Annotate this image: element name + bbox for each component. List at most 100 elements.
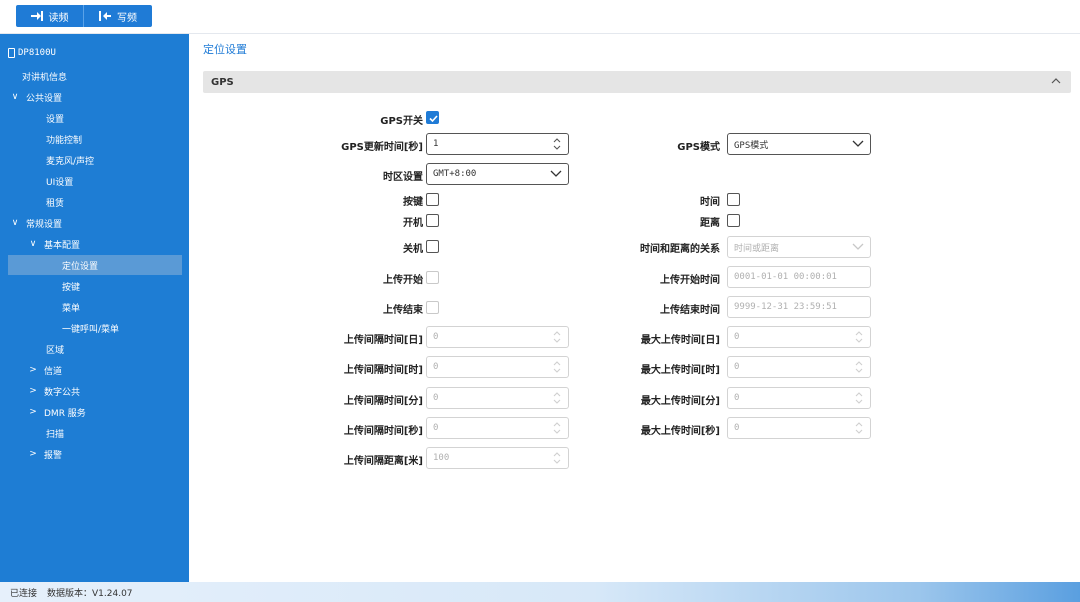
sidebar-item[interactable]: 定位设置: [8, 255, 182, 275]
max-sec-input[interactable]: 0: [727, 416, 871, 439]
interval-distance-input[interactable]: 100: [426, 447, 569, 470]
chevron-down-icon[interactable]: ∨: [28, 239, 38, 249]
spinner-icon[interactable]: [854, 391, 864, 405]
timezone-label: 时区设置: [383, 172, 423, 183]
max-day-input[interactable]: 0: [727, 326, 871, 348]
sidebar-item[interactable]: UI设置: [8, 171, 182, 191]
read-button[interactable]: 读频: [16, 5, 84, 27]
field-value: 0: [433, 392, 439, 403]
time-distance-relation-label: 时间和距离的关系: [640, 244, 720, 255]
sidebar-item-label: 区域: [46, 345, 65, 356]
device-node[interactable]: DP8100U: [8, 46, 56, 60]
chevron-up-icon[interactable]: [1051, 76, 1061, 86]
sidebar-item[interactable]: 区域: [8, 339, 182, 359]
sidebar-item[interactable]: > 数字公共: [8, 381, 182, 401]
spinner-icon[interactable]: [552, 391, 562, 405]
sidebar-item[interactable]: 按键: [8, 276, 182, 296]
chevron-right-icon[interactable]: >: [28, 386, 38, 396]
upload-end-time-value: 9999-12-31 23:59:51: [734, 302, 837, 312]
sidebar-item[interactable]: ∨ 常规设置: [8, 213, 182, 233]
sidebar-item[interactable]: 功能控制: [8, 129, 182, 149]
spinner-icon[interactable]: [552, 421, 562, 435]
gps-update-input[interactable]: 1: [426, 133, 569, 155]
chevron-down-icon: [852, 140, 864, 147]
interval-hour-input[interactable]: 0: [426, 356, 569, 379]
upload-end-label: 上传结束: [383, 305, 423, 316]
spinner-icon[interactable]: [552, 451, 562, 465]
gps-mode-select[interactable]: GPS模式: [727, 133, 871, 155]
chevron-down-icon: [852, 243, 864, 250]
gps-update-label: GPS更新时间[秒]: [341, 142, 423, 153]
key-label: 按键: [403, 197, 423, 208]
chevron-right-icon[interactable]: >: [28, 365, 38, 375]
timezone-select[interactable]: GMT+8:00: [426, 163, 569, 185]
chevron-down-icon[interactable]: ∨: [10, 92, 20, 102]
field-value: 0: [734, 332, 740, 342]
sidebar-item[interactable]: 一键呼叫/菜单: [8, 318, 182, 338]
sidebar-item-label: 对讲机信息: [22, 72, 68, 83]
write-button[interactable]: 写频: [84, 5, 152, 27]
sidebar-item-label: 设置: [46, 114, 65, 125]
sidebar-item[interactable]: > 报警: [8, 444, 182, 464]
field-value: 0: [734, 422, 740, 433]
spinner-icon[interactable]: [552, 360, 562, 374]
distance-checkbox[interactable]: [727, 214, 740, 227]
spinner-icon[interactable]: [552, 330, 562, 344]
sidebar-item[interactable]: 设置: [8, 108, 182, 128]
write-button-label: 写频: [117, 12, 137, 24]
field-value: 0: [433, 332, 439, 342]
time-checkbox[interactable]: [727, 193, 740, 206]
field-value: 0: [734, 392, 740, 403]
interval-min-input[interactable]: 0: [426, 386, 569, 409]
sidebar-item-label: 麦克风/声控: [46, 156, 95, 167]
field-value: 0: [433, 362, 439, 373]
interval-sec-input[interactable]: 0: [426, 416, 569, 439]
sidebar-item[interactable]: 麦克风/声控: [8, 150, 182, 170]
upload-start-time-input[interactable]: 0001-01-01 00:00:01: [727, 266, 871, 288]
spinner-icon[interactable]: [854, 421, 864, 435]
gps-section-header[interactable]: GPS: [203, 71, 1071, 93]
upload-end-time-input[interactable]: 9999-12-31 23:59:51: [727, 296, 871, 318]
time-label: 时间: [700, 197, 720, 208]
timezone-value: GMT+8:00: [433, 169, 477, 179]
upload-end-time-label: 上传结束时间: [660, 305, 720, 316]
sidebar-item[interactable]: > DMR 服务: [8, 402, 182, 422]
spinner-icon[interactable]: [854, 330, 864, 344]
sidebar-item-label: UI设置: [46, 177, 74, 188]
sidebar-item-label: 租赁: [46, 198, 65, 209]
spinner-icon[interactable]: [552, 137, 562, 151]
upload-start-checkbox[interactable]: [426, 271, 439, 284]
upload-end-checkbox[interactable]: [426, 301, 439, 314]
chevron-down-icon[interactable]: ∨: [10, 218, 20, 228]
interval-day-input[interactable]: 0: [426, 326, 569, 348]
spinner-icon[interactable]: [854, 360, 864, 374]
max-min-label: 最大上传时间[分]: [640, 395, 720, 407]
power-on-checkbox[interactable]: [426, 214, 439, 227]
sidebar-item[interactable]: 菜单: [8, 297, 182, 317]
power-off-checkbox[interactable]: [426, 240, 439, 253]
sidebar-item[interactable]: ∨ 基本配置: [8, 234, 182, 254]
sidebar-item[interactable]: 租赁: [8, 192, 182, 212]
sidebar-item[interactable]: > 信道: [8, 360, 182, 380]
gps-switch-label: GPS开关: [380, 116, 423, 127]
sidebar-item[interactable]: 对讲机信息: [8, 66, 182, 86]
device-name: DP8100U: [18, 48, 56, 58]
chevron-right-icon[interactable]: >: [28, 407, 38, 417]
power-on-label: 开机: [403, 218, 423, 229]
sidebar-item-label: 信道: [44, 366, 63, 377]
field-value: 0: [734, 362, 740, 373]
power-off-label: 关机: [403, 244, 423, 255]
interval-min-label: 上传间隔时间[分]: [343, 395, 423, 407]
sidebar-item[interactable]: ∨ 公共设置: [8, 87, 182, 107]
max-min-input[interactable]: 0: [727, 386, 871, 409]
gps-switch-checkbox[interactable]: [426, 111, 439, 124]
gps-mode-label: GPS模式: [677, 142, 720, 153]
chevron-right-icon[interactable]: >: [28, 449, 38, 459]
sidebar-item-label: DMR 服务: [44, 408, 86, 419]
max-hour-input[interactable]: 0: [727, 356, 871, 379]
time-distance-relation-select[interactable]: 时间或距离: [727, 236, 871, 258]
sidebar-item[interactable]: 扫描: [8, 423, 182, 443]
sidebar-item-label: 菜单: [62, 303, 81, 314]
sidebar-item-label: 常规设置: [26, 219, 63, 230]
key-checkbox[interactable]: [426, 193, 439, 206]
